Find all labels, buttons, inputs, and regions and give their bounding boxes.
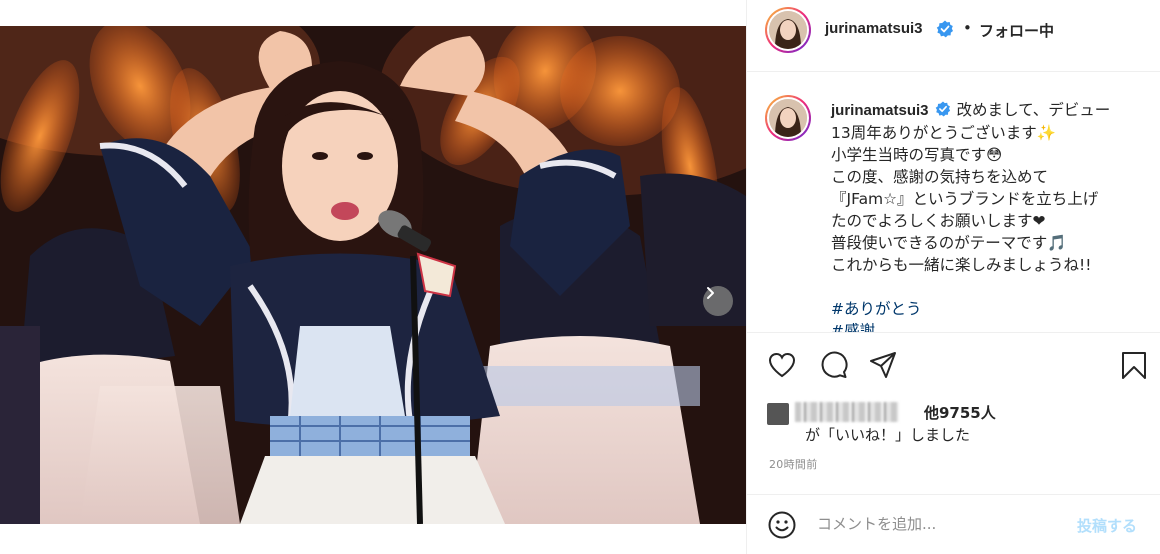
caption-line: これからも一緒に楽しみましょうね!!	[831, 256, 1092, 274]
post-caption: jurinamatsui3 改めまして、デビュー 13周年ありがとうございます✨…	[831, 99, 1151, 332]
avatar-image	[769, 11, 807, 49]
verified-badge-icon	[936, 20, 953, 38]
carousel-next-button[interactable]	[703, 286, 733, 316]
concert-photo	[0, 26, 746, 524]
caption-username-link[interactable]: jurinamatsui3	[831, 102, 929, 119]
avatar-image	[769, 99, 807, 137]
hashtag-link[interactable]: #ありがとう	[831, 298, 1151, 320]
following-button[interactable]: フォロー中	[979, 20, 1054, 41]
action-bar	[747, 332, 1160, 396]
post-header: jurinamatsui3 • フォロー中	[747, 0, 1160, 72]
post-detail-panel: jurinamatsui3 • フォロー中 jurinamatsui3 改めまし…	[746, 0, 1160, 554]
separator: •	[963, 19, 972, 37]
hashtag-link[interactable]: #感謝	[831, 320, 1151, 332]
post-comment-button[interactable]: 投稿する	[1077, 515, 1137, 536]
liker-avatar[interactable]	[767, 403, 789, 425]
chevron-right-icon	[707, 287, 714, 299]
heart-icon[interactable]	[767, 350, 797, 380]
liker-name-redacted	[795, 402, 899, 422]
caption-line: 改めまして、デビュー	[956, 101, 1111, 119]
caption-line: 13周年ありがとうございます✨	[831, 124, 1057, 142]
emoji-icon[interactable]	[767, 510, 797, 540]
caption-line: この度、感謝の気持ちを込めて	[831, 168, 1049, 186]
comment-form: 投稿する	[747, 494, 1160, 554]
caption-line: 『JFam☆』というブランドを立ち上げ	[831, 190, 1099, 208]
likes-count-link[interactable]: 他9755人	[924, 402, 996, 423]
caption-avatar[interactable]	[765, 95, 811, 141]
caption-line: 小学生当時の写真です😳	[831, 146, 1003, 164]
share-icon[interactable]	[868, 350, 898, 380]
likes-text: が「いいね！」しました	[805, 426, 971, 444]
comment-icon[interactable]	[818, 350, 848, 380]
verified-badge-icon	[935, 101, 950, 117]
caption-line: たのでよろしくお願いします❤	[831, 212, 1046, 230]
comment-input[interactable]	[817, 511, 1067, 537]
post-image[interactable]	[0, 26, 746, 524]
username-link[interactable]: jurinamatsui3	[825, 20, 923, 37]
caption-line: 普段使いできるのがテーマです🎵	[831, 234, 1067, 252]
bookmark-icon[interactable]	[1119, 350, 1149, 380]
post-timestamp[interactable]: 20時間前	[769, 456, 818, 472]
avatar[interactable]	[765, 7, 811, 53]
caption-scroll-area[interactable]: jurinamatsui3 改めまして、デビュー 13周年ありがとうございます✨…	[747, 73, 1160, 332]
likes-summary: 他9755人 が「いいね！」しました	[767, 400, 1147, 448]
